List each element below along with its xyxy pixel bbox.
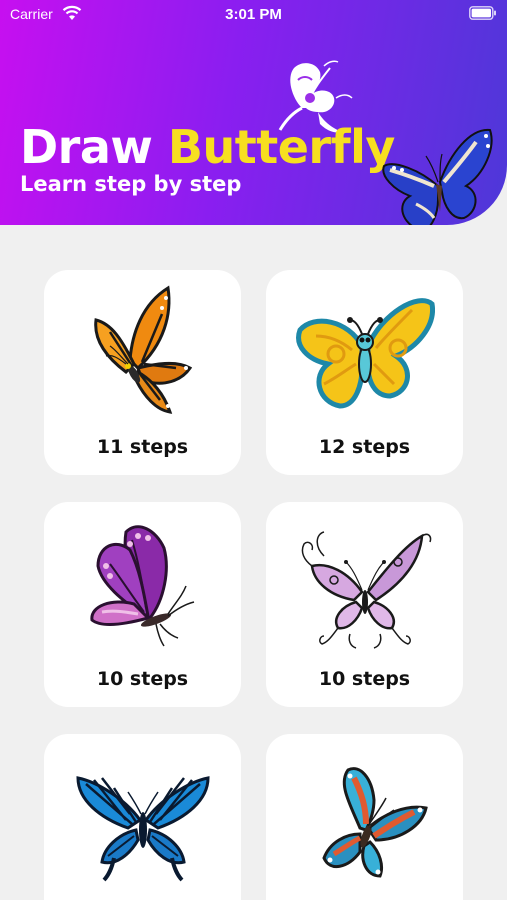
- battery-icon: [469, 6, 496, 20]
- app-screen: Carrier 3:01 PM Draw Butterfly Learn ste…: [0, 0, 507, 900]
- steps-label: 11 steps: [96, 436, 189, 458]
- monarch-butterfly-icon: [94, 285, 193, 414]
- page-title: Draw Butterfly: [20, 120, 395, 174]
- steps-label: 10 steps: [318, 668, 411, 690]
- butterfly-grid: 11 steps 12 steps 10 steps 10 steps: [0, 225, 507, 900]
- lesson-card[interactable]: 12 steps: [266, 270, 463, 475]
- cartoon-butterfly-icon: [296, 298, 435, 409]
- page-subtitle: Learn step by step: [20, 172, 242, 196]
- teal-butterfly-icon: [322, 767, 428, 878]
- lesson-card[interactable]: [266, 734, 463, 900]
- blue-butterfly-icon: [382, 128, 493, 225]
- clock-label: 3:01 PM: [225, 6, 282, 23]
- lesson-card[interactable]: 10 steps: [266, 502, 463, 707]
- purple-butterfly-icon: [90, 525, 195, 647]
- ornate-butterfly-icon: [301, 531, 432, 649]
- status-bar: Carrier 3:01 PM: [0, 0, 507, 30]
- steps-label: 10 steps: [96, 668, 189, 690]
- lesson-card[interactable]: 11 steps: [44, 270, 241, 475]
- title-part-draw: Draw: [20, 120, 168, 174]
- swallowtail-butterfly-icon: [76, 776, 210, 882]
- header-banner: Carrier 3:01 PM Draw Butterfly Learn ste…: [0, 0, 507, 225]
- steps-label: 12 steps: [318, 436, 411, 458]
- lesson-card[interactable]: 10 steps: [44, 502, 241, 707]
- lesson-card[interactable]: [44, 734, 241, 900]
- title-part-butterfly: Butterfly: [167, 120, 395, 174]
